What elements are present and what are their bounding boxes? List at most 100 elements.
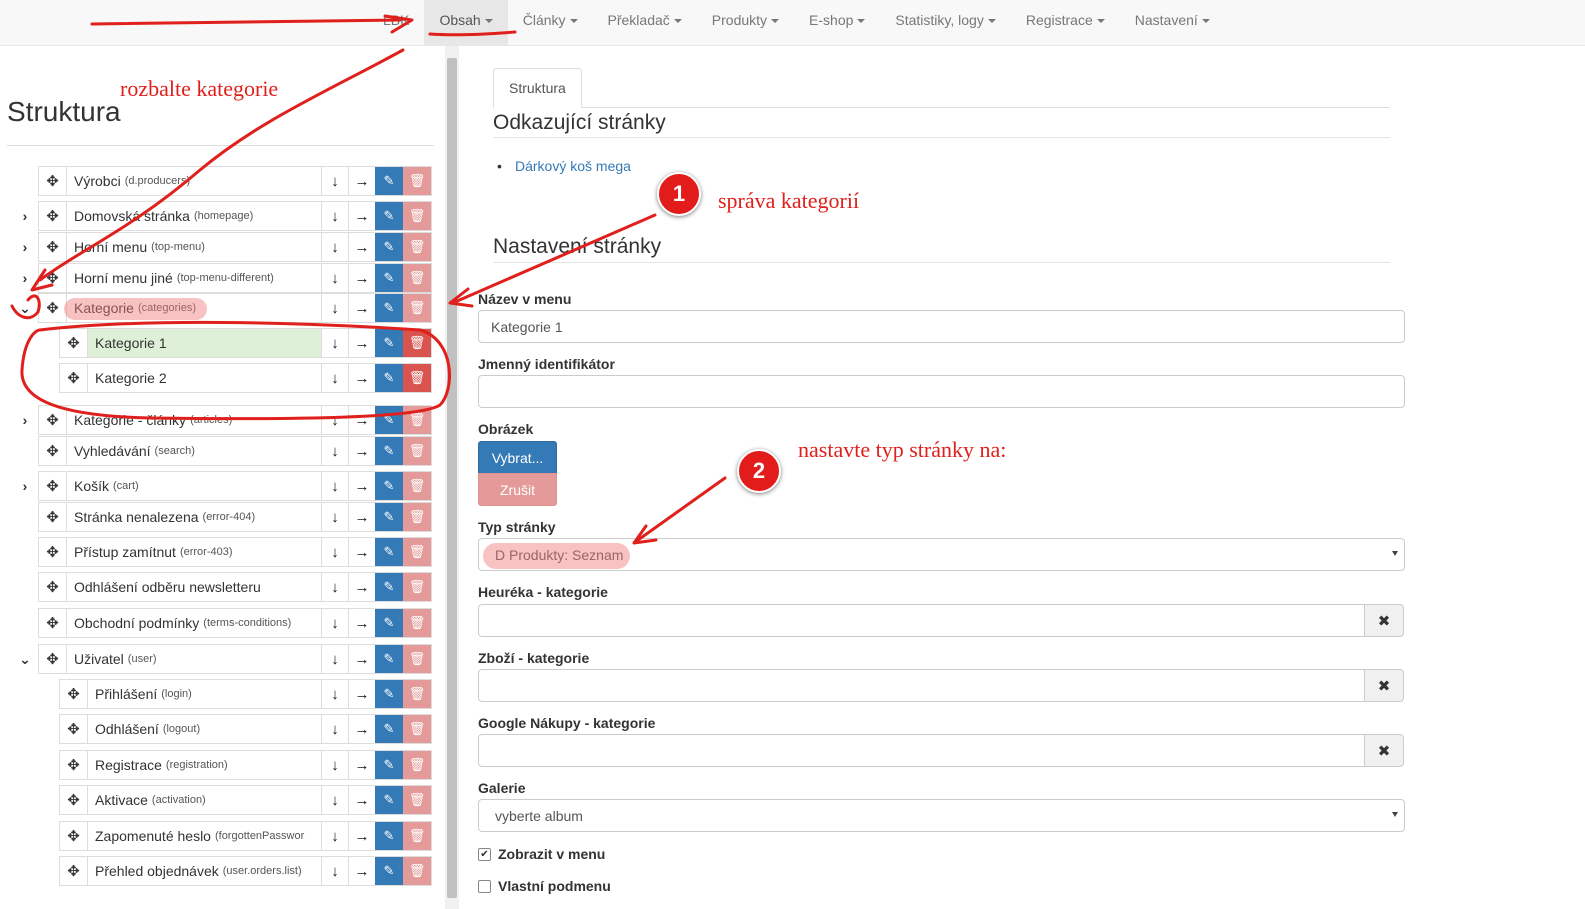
chevron-down-icon[interactable]: ⌄ [16, 293, 34, 323]
tree-row-label[interactable]: Horní menu jiné (top-menu-different) [67, 264, 321, 292]
trash-icon[interactable]: 🗑 [403, 406, 431, 434]
arrow-right-icon[interactable]: → [348, 329, 375, 357]
arrow-down-icon[interactable]: ↓ [321, 364, 348, 392]
edit-icon[interactable]: ✎ [375, 715, 403, 743]
arrow-down-icon[interactable]: ↓ [321, 645, 348, 673]
chevron-right-icon[interactable]: › [16, 201, 34, 231]
nav-item-7[interactable]: Registrace [1011, 0, 1120, 46]
gallery-select[interactable]: vyberte album [478, 799, 1405, 832]
arrow-down-icon[interactable]: ↓ [321, 538, 348, 566]
move-icon[interactable]: ✥ [60, 822, 88, 850]
arrow-right-icon[interactable]: → [348, 472, 375, 500]
tree-row-label[interactable]: Aktivace (activation) [88, 786, 321, 814]
edit-icon[interactable]: ✎ [375, 857, 403, 885]
trash-icon[interactable]: 🗑 [403, 573, 431, 601]
arrow-right-icon[interactable]: → [348, 857, 375, 885]
edit-icon[interactable]: ✎ [375, 406, 403, 434]
arrow-right-icon[interactable]: → [348, 364, 375, 392]
google-category-input[interactable] [478, 734, 1365, 767]
arrow-right-icon[interactable]: → [348, 573, 375, 601]
trash-icon[interactable]: 🗑 [403, 202, 431, 230]
arrow-right-icon[interactable]: → [348, 202, 375, 230]
edit-icon[interactable]: ✎ [375, 167, 403, 195]
arrow-right-icon[interactable]: → [348, 786, 375, 814]
edit-icon[interactable]: ✎ [375, 437, 403, 465]
trash-icon[interactable]: 🗑 [403, 264, 431, 292]
move-icon[interactable]: ✥ [39, 503, 67, 531]
cancel-image-button[interactable]: Zrušit [478, 473, 557, 506]
arrow-right-icon[interactable]: → [348, 167, 375, 195]
edit-icon[interactable]: ✎ [375, 680, 403, 708]
nav-item-8[interactable]: Nastavení [1120, 0, 1225, 46]
edit-icon[interactable]: ✎ [375, 233, 403, 261]
trash-icon[interactable]: 🗑 [403, 680, 431, 708]
arrow-right-icon[interactable]: → [348, 680, 375, 708]
nav-item-2[interactable]: Články [508, 0, 593, 46]
trash-icon[interactable]: 🗑 [403, 786, 431, 814]
arrow-right-icon[interactable]: → [348, 538, 375, 566]
tree-row-label[interactable]: Zapomenuté heslo (forgottenPasswor [88, 822, 321, 850]
tree-row-label[interactable]: Horní menu (top-menu) [67, 233, 321, 261]
move-icon[interactable]: ✥ [60, 786, 88, 814]
move-icon[interactable]: ✥ [39, 406, 67, 434]
move-icon[interactable]: ✥ [39, 294, 67, 322]
arrow-right-icon[interactable]: → [348, 503, 375, 531]
trash-icon[interactable]: 🗑 [403, 364, 431, 392]
chevron-right-icon[interactable]: › [16, 232, 34, 262]
arrow-down-icon[interactable]: ↓ [321, 822, 348, 850]
scrollbar-thumb[interactable] [447, 58, 457, 898]
arrow-right-icon[interactable]: → [348, 406, 375, 434]
trash-icon[interactable]: 🗑 [403, 715, 431, 743]
tree-row-label[interactable]: Uživatel (user) [67, 645, 321, 673]
tree-row-label[interactable]: Stránka nenalezena (error-404) [67, 503, 321, 531]
tree-row-label[interactable]: Odhlášení (logout) [88, 715, 321, 743]
tree-row-label[interactable]: Kategorie 2 [88, 364, 321, 392]
trash-icon[interactable]: 🗑 [403, 609, 431, 637]
edit-icon[interactable]: ✎ [375, 751, 403, 779]
move-icon[interactable]: ✥ [39, 167, 67, 195]
heureka-category-input[interactable] [478, 604, 1365, 637]
tree-row-label[interactable]: Přístup zamítnut (error-403) [67, 538, 321, 566]
trash-icon[interactable]: 🗑 [403, 751, 431, 779]
edit-icon[interactable]: ✎ [375, 645, 403, 673]
arrow-down-icon[interactable]: ↓ [321, 329, 348, 357]
edit-icon[interactable]: ✎ [375, 573, 403, 601]
chevron-right-icon[interactable]: › [16, 405, 34, 435]
move-icon[interactable]: ✥ [39, 573, 67, 601]
chevron-right-icon[interactable]: › [16, 471, 34, 501]
referring-page-link[interactable]: Dárkový koš mega [497, 158, 631, 174]
move-icon[interactable]: ✥ [60, 715, 88, 743]
nav-item-3[interactable]: Překladač [593, 0, 697, 46]
arrow-down-icon[interactable]: ↓ [321, 857, 348, 885]
trash-icon[interactable]: 🗑 [403, 538, 431, 566]
tree-row-label[interactable]: Kategorie - články (articles) [67, 406, 321, 434]
edit-icon[interactable]: ✎ [375, 264, 403, 292]
trash-icon[interactable]: 🗑 [403, 472, 431, 500]
move-icon[interactable]: ✥ [60, 364, 88, 392]
edit-icon[interactable]: ✎ [375, 202, 403, 230]
tree-row-label[interactable]: Přehled objednávek (user.orders.list) [88, 857, 321, 885]
arrow-down-icon[interactable]: ↓ [321, 264, 348, 292]
move-icon[interactable]: ✥ [39, 645, 67, 673]
trash-icon[interactable]: 🗑 [403, 329, 431, 357]
trash-icon[interactable]: 🗑 [403, 294, 431, 322]
edit-icon[interactable]: ✎ [375, 609, 403, 637]
arrow-right-icon[interactable]: → [348, 751, 375, 779]
tree-row-label[interactable]: Vyhledávání (search) [67, 437, 321, 465]
chevron-down-icon[interactable]: ⌄ [16, 644, 34, 674]
move-icon[interactable]: ✥ [39, 472, 67, 500]
move-icon[interactable]: ✥ [39, 233, 67, 261]
trash-icon[interactable]: 🗑 [403, 645, 431, 673]
clear-icon[interactable]: ✖ [1365, 734, 1404, 767]
nav-item-4[interactable]: Produkty [697, 0, 794, 46]
tab-structure[interactable]: Struktura [493, 68, 582, 108]
trash-icon[interactable]: 🗑 [403, 822, 431, 850]
arrow-down-icon[interactable]: ↓ [321, 573, 348, 601]
trash-icon[interactable]: 🗑 [403, 857, 431, 885]
zbozi-category-input[interactable] [478, 669, 1365, 702]
arrow-down-icon[interactable]: ↓ [321, 294, 348, 322]
arrow-right-icon[interactable]: → [348, 294, 375, 322]
arrow-right-icon[interactable]: → [348, 233, 375, 261]
tree-row-label[interactable]: Odhlášení odběru newsletteru [67, 573, 321, 601]
tree-row-label[interactable]: Obchodní podmínky (terms-conditions) [67, 609, 321, 637]
